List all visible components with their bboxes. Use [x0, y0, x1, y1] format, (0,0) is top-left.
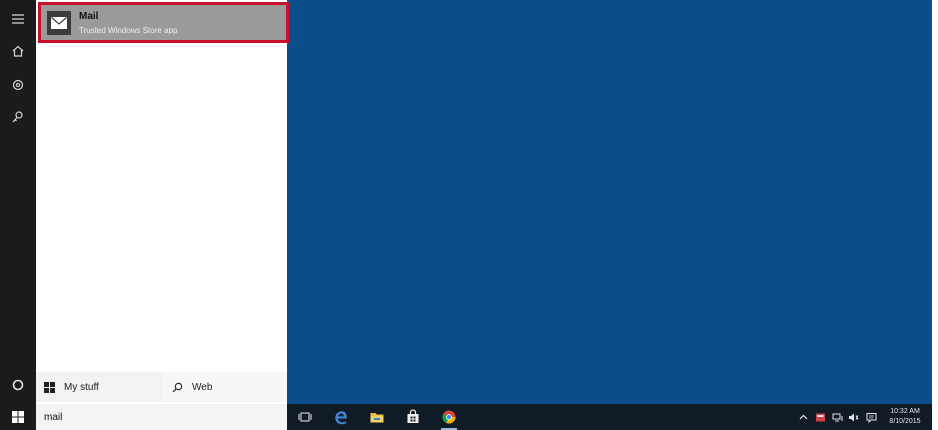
settings-button[interactable] [0, 70, 36, 100]
search-result-title: Mail [79, 11, 99, 22]
screenshot-border [932, 0, 938, 430]
cortana-circle-icon [12, 379, 24, 391]
file-explorer-icon [370, 413, 384, 423]
hamburger-menu-icon [12, 14, 24, 24]
hamburger-menu-button[interactable] [0, 4, 36, 34]
feedback-button[interactable] [0, 102, 36, 132]
taskbar-clock[interactable]: 10:32 AM 8/10/2015 [880, 407, 930, 427]
task-view-button[interactable] [294, 407, 316, 427]
notification-icon [866, 412, 877, 423]
taskbar-search-box[interactable] [36, 404, 287, 430]
my-stuff-label: My stuff [64, 381, 99, 393]
file-explorer-button[interactable] [366, 407, 388, 427]
start-rail [0, 0, 36, 404]
tray-app-button[interactable] [815, 404, 826, 430]
search-result-subtitle: Trusted Windows Store app [79, 26, 178, 35]
home-icon [12, 45, 24, 57]
web-button[interactable]: Web [162, 372, 287, 402]
search-input[interactable] [44, 410, 274, 424]
start-button[interactable] [0, 404, 36, 430]
chevron-up-icon [799, 414, 808, 419]
web-label: Web [192, 381, 213, 393]
volume-icon [849, 413, 859, 421]
tray-app-icon [816, 413, 825, 421]
search-scopes: My stuff Web [36, 372, 287, 402]
mail-app-tile [47, 11, 71, 35]
store-icon [407, 409, 419, 423]
chrome-icon [442, 410, 456, 424]
mail-icon [51, 17, 67, 29]
search-result-mail[interactable]: Mail Trusted Windows Store app [38, 2, 289, 43]
show-hidden-icons-button[interactable] [798, 404, 809, 430]
task-view-icon [298, 412, 312, 422]
store-button[interactable] [402, 407, 424, 427]
network-icon [832, 413, 843, 421]
feedback-icon [12, 111, 23, 123]
windows-logo-icon [44, 381, 55, 393]
network-button[interactable] [832, 404, 843, 430]
search-icon [172, 382, 183, 392]
action-center-button[interactable] [866, 404, 877, 430]
settings-icon [12, 79, 24, 91]
clock-time: 10:32 AM [890, 408, 920, 415]
windows-start-icon [12, 411, 24, 423]
volume-button[interactable] [848, 404, 859, 430]
clock-date: 8/10/2015 [889, 418, 921, 425]
edge-icon [335, 411, 347, 425]
edge-button[interactable] [330, 407, 352, 427]
cortana-button[interactable] [0, 370, 36, 400]
my-stuff-button[interactable]: My stuff [44, 372, 162, 402]
taskbar: 10:32 AM 8/10/2015 [0, 404, 932, 430]
home-button[interactable] [0, 36, 36, 66]
search-results-pane: Mail Trusted Windows Store app My stuff … [36, 0, 289, 404]
chrome-button[interactable] [438, 407, 460, 430]
